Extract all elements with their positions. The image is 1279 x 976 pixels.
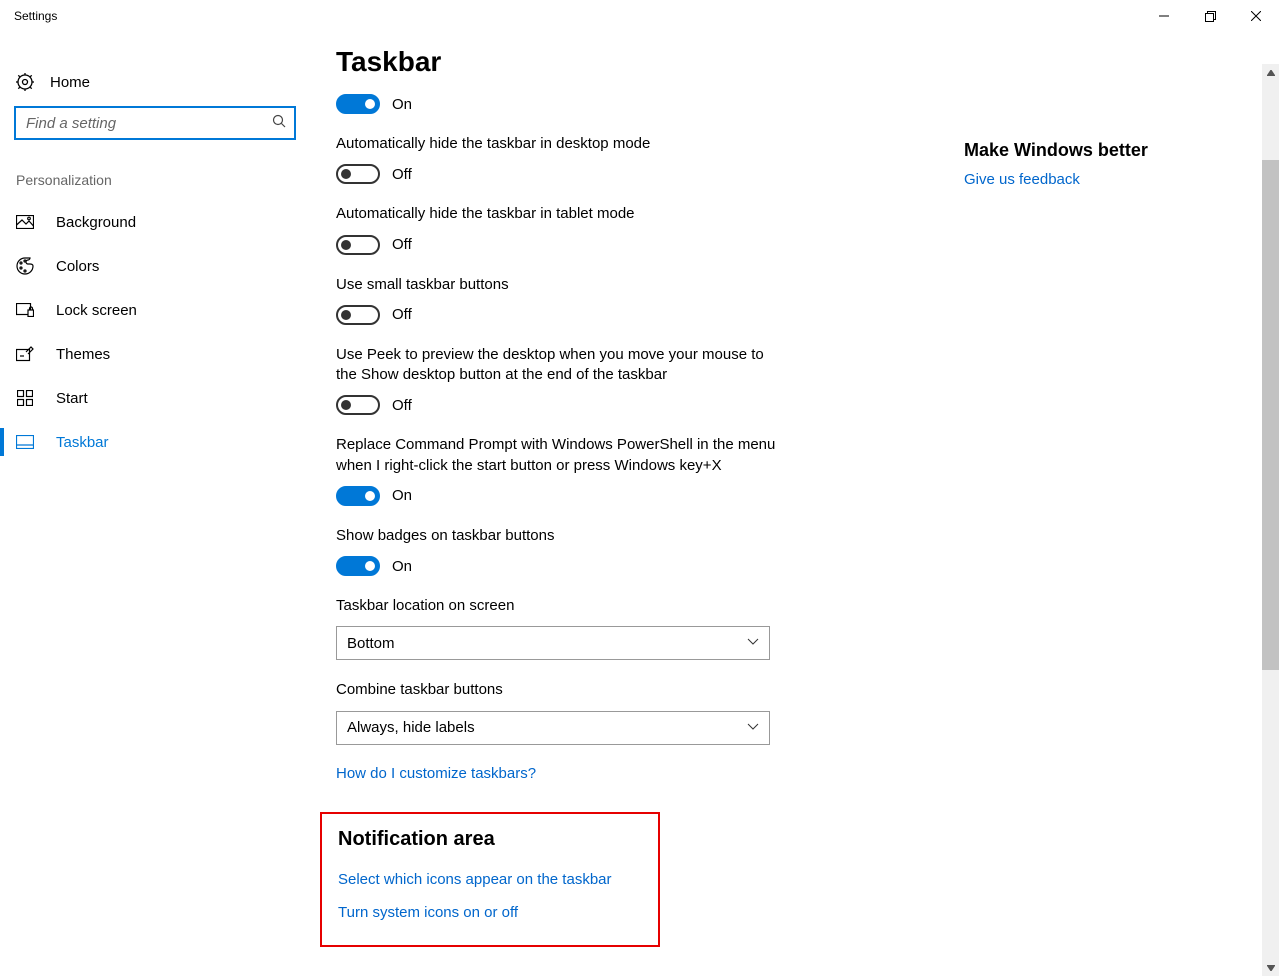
toggle-lock-taskbar[interactable]	[336, 94, 380, 114]
section-label: Personalization	[0, 160, 310, 200]
window-title: Settings	[14, 9, 57, 23]
select-icons-link[interactable]: Select which icons appear on the taskbar	[338, 871, 642, 888]
setting-powershell: Replace Command Prompt with Windows Powe…	[336, 435, 776, 506]
lock-screen-icon	[16, 301, 34, 319]
home-icon	[16, 73, 34, 91]
dropdown-taskbar-location[interactable]: Bottom	[336, 626, 770, 660]
toggle-state: On	[392, 487, 412, 504]
setting-autohide-desktop: Automatically hide the taskbar in deskto…	[336, 134, 776, 184]
setting-label: Automatically hide the taskbar in deskto…	[336, 134, 776, 154]
setting-label: Use small taskbar buttons	[336, 275, 776, 295]
toggle-state: On	[392, 558, 412, 575]
setting-combine-buttons: Combine taskbar buttons Always, hide lab…	[336, 680, 776, 744]
start-icon	[16, 389, 34, 407]
toggle-state: Off	[392, 166, 412, 183]
home-label: Home	[50, 74, 90, 91]
sidebar-item-label: Lock screen	[56, 302, 137, 319]
sidebar-item-label: Taskbar	[56, 434, 109, 451]
page-title: Taskbar	[336, 46, 950, 78]
search-input[interactable]	[24, 108, 286, 138]
close-icon	[1251, 11, 1261, 21]
setting-small-buttons: Use small taskbar buttons Off	[336, 275, 776, 325]
toggle-peek[interactable]	[336, 395, 380, 415]
toggle-autohide-desktop[interactable]	[336, 164, 380, 184]
scroll-up-arrow[interactable]	[1262, 64, 1279, 81]
setting-label: Automatically hide the taskbar in tablet…	[336, 204, 776, 224]
sidebar-item-label: Colors	[56, 258, 99, 275]
chevron-down-icon	[747, 722, 759, 734]
dropdown-value: Bottom	[347, 635, 395, 652]
chevron-down-icon	[747, 637, 759, 649]
setting-peek: Use Peek to preview the desktop when you…	[336, 345, 776, 416]
dropdown-combine-buttons[interactable]: Always, hide labels	[336, 711, 770, 745]
setting-label: Use Peek to preview the desktop when you…	[336, 345, 776, 386]
scroll-thumb[interactable]	[1262, 160, 1279, 670]
home-button[interactable]: Home	[0, 58, 310, 106]
toggle-powershell[interactable]	[336, 486, 380, 506]
aside: Make Windows better Give us feedback	[950, 32, 1279, 976]
setting-taskbar-location: Taskbar location on screen Bottom	[336, 596, 776, 660]
toggle-small-buttons[interactable]	[336, 305, 380, 325]
background-icon	[16, 213, 34, 231]
setting-lock-taskbar: On	[336, 94, 776, 114]
titlebar: Settings	[0, 0, 1279, 32]
sidebar-item-background[interactable]: Background	[0, 200, 310, 244]
scroll-down-arrow[interactable]	[1262, 959, 1279, 976]
close-button[interactable]	[1233, 0, 1279, 32]
sidebar-item-taskbar[interactable]: Taskbar	[0, 420, 310, 464]
search-icon	[272, 114, 286, 132]
highlight-box: Notification area Select which icons app…	[320, 812, 660, 947]
setting-autohide-tablet: Automatically hide the taskbar in tablet…	[336, 204, 776, 254]
setting-label: Taskbar location on screen	[336, 596, 776, 616]
help-link[interactable]: How do I customize taskbars?	[336, 765, 950, 782]
toggle-state: Off	[392, 236, 412, 253]
minimize-icon	[1159, 11, 1169, 21]
window-controls	[1141, 0, 1279, 32]
sidebar-item-colors[interactable]: Colors	[0, 244, 310, 288]
search-box[interactable]	[14, 106, 296, 140]
sidebar: Home Personalization Background	[0, 32, 310, 976]
setting-label: Show badges on taskbar buttons	[336, 526, 776, 546]
setting-label: Combine taskbar buttons	[336, 680, 776, 700]
toggle-state: On	[392, 96, 412, 113]
notification-area-title: Notification area	[338, 828, 642, 851]
scrollbar[interactable]	[1262, 64, 1279, 976]
sidebar-item-label: Start	[56, 390, 88, 407]
sidebar-item-label: Background	[56, 214, 136, 231]
maximize-button[interactable]	[1187, 0, 1233, 32]
sidebar-item-lock-screen[interactable]: Lock screen	[0, 288, 310, 332]
sidebar-item-themes[interactable]: Themes	[0, 332, 310, 376]
setting-label: Replace Command Prompt with Windows Powe…	[336, 435, 776, 476]
setting-badges: Show badges on taskbar buttons On	[336, 526, 776, 576]
toggle-state: Off	[392, 397, 412, 414]
system-icons-link[interactable]: Turn system icons on or off	[338, 904, 642, 921]
toggle-state: Off	[392, 306, 412, 323]
themes-icon	[16, 345, 34, 363]
dropdown-value: Always, hide labels	[347, 719, 475, 736]
colors-icon	[16, 257, 34, 275]
main-content: Taskbar On Automatically hide the taskba…	[310, 32, 950, 976]
sidebar-item-start[interactable]: Start	[0, 376, 310, 420]
aside-title: Make Windows better	[964, 140, 1279, 161]
maximize-icon	[1205, 11, 1216, 22]
minimize-button[interactable]	[1141, 0, 1187, 32]
taskbar-icon	[16, 433, 34, 451]
toggle-badges[interactable]	[336, 556, 380, 576]
toggle-autohide-tablet[interactable]	[336, 235, 380, 255]
feedback-link[interactable]: Give us feedback	[964, 171, 1279, 188]
sidebar-item-label: Themes	[56, 346, 110, 363]
